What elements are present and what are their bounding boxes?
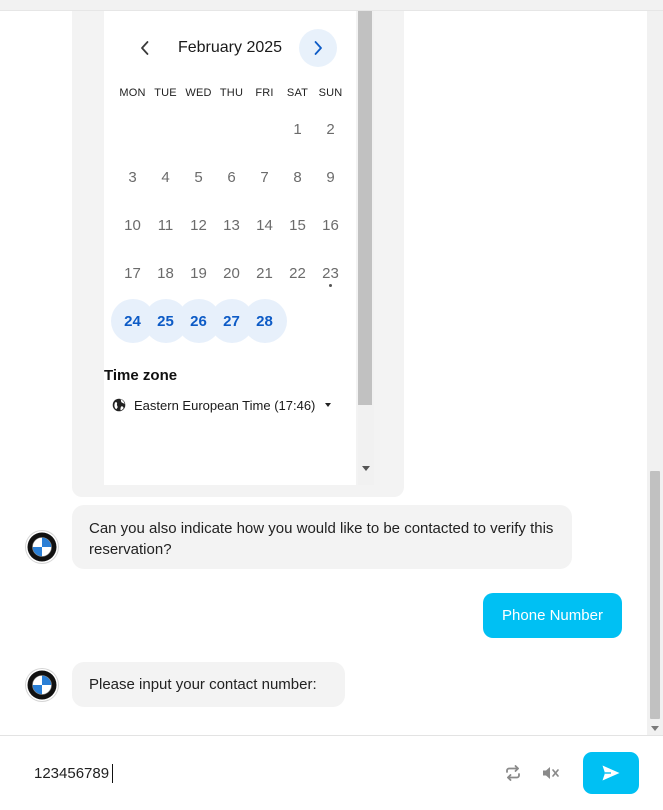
- scroll-down-arrow-icon[interactable]: [651, 726, 659, 731]
- calendar-bubble: February 2025 MON TUE WED THU FRI SAT SU…: [72, 11, 404, 497]
- bmw-logo-icon: [27, 670, 57, 700]
- calendar-widget: February 2025 MON TUE WED THU FRI SAT SU…: [104, 11, 356, 485]
- calendar-day: 20: [223, 264, 240, 282]
- mute-button[interactable]: [541, 763, 561, 783]
- message-input-bar: [0, 735, 663, 810]
- calendar-day: 8: [293, 168, 302, 186]
- calendar-scrollbar-thumb[interactable]: [358, 11, 372, 405]
- calendar-day: 13: [223, 216, 240, 234]
- calendar-day: 15: [289, 216, 306, 234]
- timezone-value: Eastern European Time (17:46): [134, 397, 316, 413]
- scroll-down-arrow-icon[interactable]: [362, 466, 370, 471]
- top-strip: [0, 0, 663, 11]
- chat-scrollbar-thumb[interactable]: [650, 471, 660, 719]
- bot-avatar: [26, 669, 58, 701]
- send-icon: [602, 765, 620, 781]
- calendar-day: 17: [124, 264, 141, 282]
- calendar-day: 9: [326, 168, 335, 186]
- calendar-day: 11: [157, 216, 174, 234]
- bot-message-bubble: Can you also indicate how you would like…: [72, 505, 572, 569]
- calendar-day: 18: [157, 264, 174, 282]
- weekday-label: MON: [119, 87, 146, 99]
- caret-down-icon: [325, 403, 332, 407]
- empty-day-cell: [182, 105, 215, 153]
- calendar-day-grid: 1 2 3 4 5 6 7 8 9 10 11 12 13 14 15 16 1…: [110, 105, 348, 345]
- send-button[interactable]: [583, 752, 639, 794]
- weekday-label: SUN: [318, 87, 343, 99]
- speaker-muted-icon: [543, 767, 559, 779]
- calendar-day: 5: [194, 168, 203, 186]
- calendar-day: 10: [124, 216, 141, 234]
- calendar-day: 14: [256, 216, 273, 234]
- calendar-day: 2: [326, 120, 335, 138]
- weekday-label: SAT: [286, 87, 309, 99]
- empty-day-cell: [116, 105, 149, 153]
- available-day-button[interactable]: 28: [242, 297, 287, 345]
- calendar-day: 19: [190, 264, 207, 282]
- weekday-header-row: MON TUE WED THU FRI SAT SUN: [116, 87, 348, 99]
- calendar-day: 6: [227, 168, 236, 186]
- calendar-day: 1: [293, 120, 302, 138]
- timezone-title: Time zone: [104, 367, 178, 384]
- calendar-day: 12: [190, 216, 207, 234]
- calendar-day: 22: [289, 264, 306, 282]
- bot-message-bubble: Please input your contact number:: [72, 662, 345, 707]
- calendar-day: 4: [161, 168, 170, 186]
- bmw-logo-icon: [27, 532, 57, 562]
- calendar-day: 21: [256, 264, 273, 282]
- chat-transcript: February 2025 MON TUE WED THU FRI SAT SU…: [2, 11, 647, 735]
- calendar-day: 7: [260, 168, 269, 186]
- bot-message-text: Can you also indicate how you would like…: [89, 520, 554, 558]
- empty-day-cell: [215, 105, 248, 153]
- empty-day-cell: [248, 105, 281, 153]
- message-input[interactable]: [34, 762, 474, 784]
- calendar-day-today: 23: [314, 249, 347, 297]
- bot-message-text: Please input your contact number:: [89, 676, 317, 693]
- phone-number-option-button[interactable]: Phone Number: [483, 593, 622, 638]
- chevron-left-icon: [141, 41, 149, 55]
- calendar-day: 16: [322, 216, 339, 234]
- weekday-label: THU: [219, 87, 244, 99]
- globe-icon: [112, 398, 126, 412]
- refresh-button[interactable]: [503, 763, 523, 783]
- next-month-button[interactable]: [299, 29, 337, 67]
- timezone-selector[interactable]: Eastern European Time (17:46): [112, 395, 332, 415]
- chat-scrollbar[interactable]: [647, 11, 663, 735]
- calendar-scrollbar[interactable]: [358, 11, 374, 485]
- weekday-label: TUE: [154, 87, 177, 99]
- text-cursor: [112, 764, 113, 783]
- chevron-right-icon: [314, 41, 322, 55]
- bot-avatar: [26, 531, 58, 563]
- user-choice-label: Phone Number: [502, 607, 603, 624]
- calendar-header: February 2025: [104, 29, 356, 69]
- weekday-label: FRI: [255, 87, 274, 99]
- weekday-label: WED: [185, 87, 212, 99]
- previous-month-button[interactable]: [130, 31, 160, 65]
- refresh-icon: [506, 765, 520, 781]
- month-label: February 2025: [177, 39, 283, 56]
- empty-day-cell: [149, 105, 182, 153]
- calendar-day: 3: [128, 168, 137, 186]
